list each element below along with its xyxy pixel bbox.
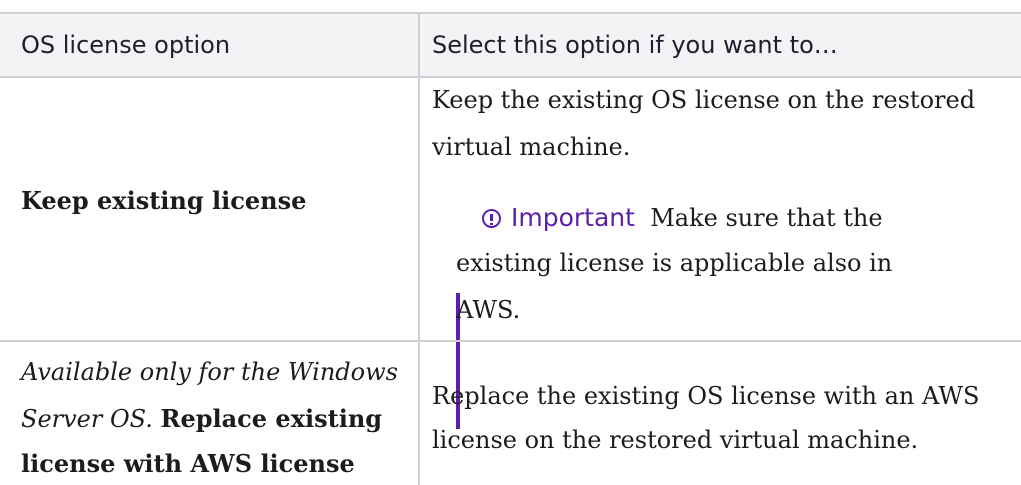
option-replace-existing: Replace existing <box>160 404 383 433</box>
important-callout-line1: Important Make sure that the <box>482 195 883 241</box>
exclamation-circle-icon <box>482 209 501 228</box>
header-os-license-option: OS license option <box>21 31 231 59</box>
body-column-divider <box>418 78 420 485</box>
row-separator <box>0 340 1021 342</box>
header-select-option: Select this option if you want to… <box>432 31 838 59</box>
row2-description-line2: license on the restored virtual machine. <box>432 426 919 454</box>
availability-note-end: Server OS. <box>21 405 153 433</box>
header-column-divider <box>418 12 420 78</box>
callout-text-line1: Make sure that the <box>650 204 883 232</box>
row2-description-line1: Replace the existing OS license with an … <box>432 382 980 410</box>
callout-text-line3: AWS. <box>456 296 521 324</box>
important-label: Important <box>511 203 635 232</box>
option-replace-with-aws-license: license with AWS license <box>21 449 355 478</box>
callout-text-line2: existing license is applicable also in <box>456 249 893 277</box>
row1-description-line2: virtual machine. <box>432 133 631 161</box>
row1-description-line1: Keep the existing OS license on the rest… <box>432 86 976 114</box>
license-options-table: OS license option Select this option if … <box>0 0 1021 485</box>
table-header-row: OS license option Select this option if … <box>0 12 1021 78</box>
option-availability-note: Available only for the Windows <box>21 358 398 386</box>
option-keep-existing-license: Keep existing license <box>21 186 307 215</box>
option-replace-line2: Server OS. Replace existing <box>21 396 382 442</box>
